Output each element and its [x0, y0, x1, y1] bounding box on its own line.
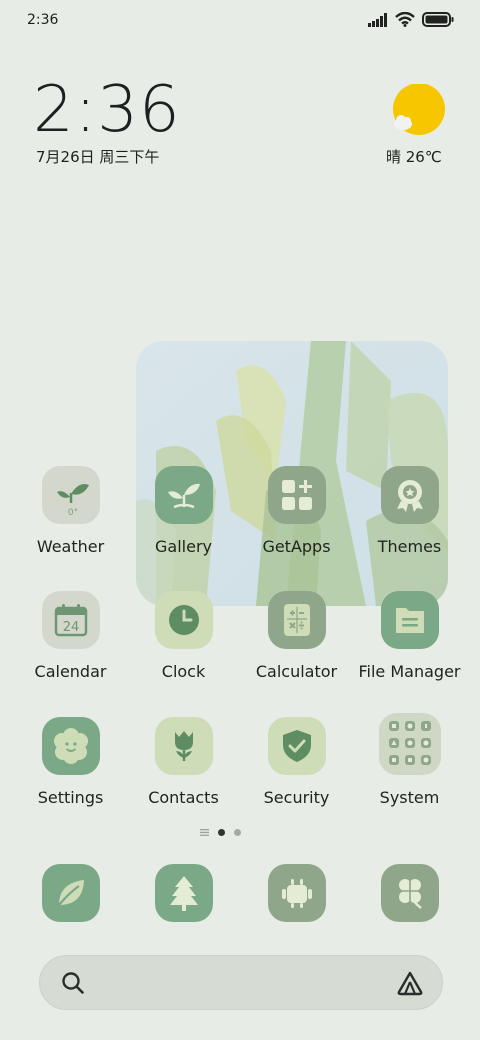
page-dot-active — [218, 829, 225, 836]
app-contacts[interactable]: Contacts — [127, 717, 240, 807]
app-gallery[interactable]: Gallery — [127, 466, 240, 556]
app-label: Weather — [36, 537, 105, 556]
wifi-icon — [395, 12, 415, 27]
weather-app-temp: 0° — [67, 508, 77, 517]
app-label: Calendar — [34, 662, 107, 681]
app-label: File Manager — [358, 662, 461, 681]
calculator-icon — [267, 591, 326, 649]
dock-app-4[interactable] — [353, 864, 466, 922]
folder-system[interactable]: System — [353, 713, 466, 807]
folder-icon — [380, 591, 439, 649]
clover-icon — [380, 864, 439, 922]
sprout-icon — [154, 466, 213, 524]
signal-icon — [368, 12, 387, 27]
shield-check-icon — [267, 717, 326, 775]
dock-app-2[interactable] — [127, 864, 240, 922]
assistant-icon[interactable] — [396, 970, 424, 996]
clock-icon — [154, 591, 213, 649]
app-file-manager[interactable]: File Manager — [353, 591, 466, 681]
sprout-weather-icon: 0° — [41, 466, 100, 524]
app-label: Clock — [161, 662, 206, 681]
app-label: Calculator — [255, 662, 338, 681]
search-icon[interactable] — [60, 970, 86, 996]
page-indicator[interactable] — [200, 829, 241, 836]
app-label: Gallery — [155, 537, 212, 556]
status-time: 2:36 — [27, 12, 59, 28]
status-icons — [368, 12, 454, 27]
app-label: System — [379, 788, 440, 807]
battery-icon — [422, 12, 454, 27]
badge-icon — [380, 466, 439, 524]
leaf-icon — [41, 864, 100, 922]
dock-app-1[interactable] — [14, 864, 127, 922]
list-page-icon — [200, 829, 209, 836]
app-security[interactable]: Security — [240, 717, 353, 807]
search-bar[interactable] — [39, 955, 443, 1010]
calendar-icon: 24 — [41, 591, 100, 649]
app-calculator[interactable]: Calculator — [240, 591, 353, 681]
app-label: GetApps — [262, 537, 331, 556]
folder-grid-icon — [378, 713, 441, 775]
tulip-icon — [154, 717, 213, 775]
clock-widget-date: 7月26日 周三下午 — [36, 148, 160, 166]
dock-app-3[interactable] — [240, 864, 353, 922]
weather-widget-text: 晴 26℃ — [386, 148, 442, 166]
calendar-day: 24 — [62, 620, 79, 635]
app-calendar[interactable]: 24 Calendar — [14, 591, 127, 681]
tree-icon — [154, 864, 213, 922]
app-label: Contacts — [148, 788, 219, 807]
app-getapps[interactable]: GetApps — [240, 466, 353, 556]
grid-plus-icon — [267, 466, 326, 524]
android-icon — [267, 864, 326, 922]
sun-cloud-icon[interactable] — [390, 83, 446, 136]
app-label: Settings — [37, 788, 104, 807]
app-weather[interactable]: 0° Weather — [14, 466, 127, 556]
app-label: Themes — [377, 537, 442, 556]
app-settings[interactable]: Settings — [14, 717, 127, 807]
clock-widget-time[interactable]: 2:36 — [33, 78, 181, 142]
app-clock[interactable]: Clock — [127, 591, 240, 681]
app-themes[interactable]: Themes — [353, 466, 466, 556]
page-dot — [234, 829, 241, 836]
flower-face-icon — [41, 717, 100, 775]
app-label: Security — [263, 788, 330, 807]
